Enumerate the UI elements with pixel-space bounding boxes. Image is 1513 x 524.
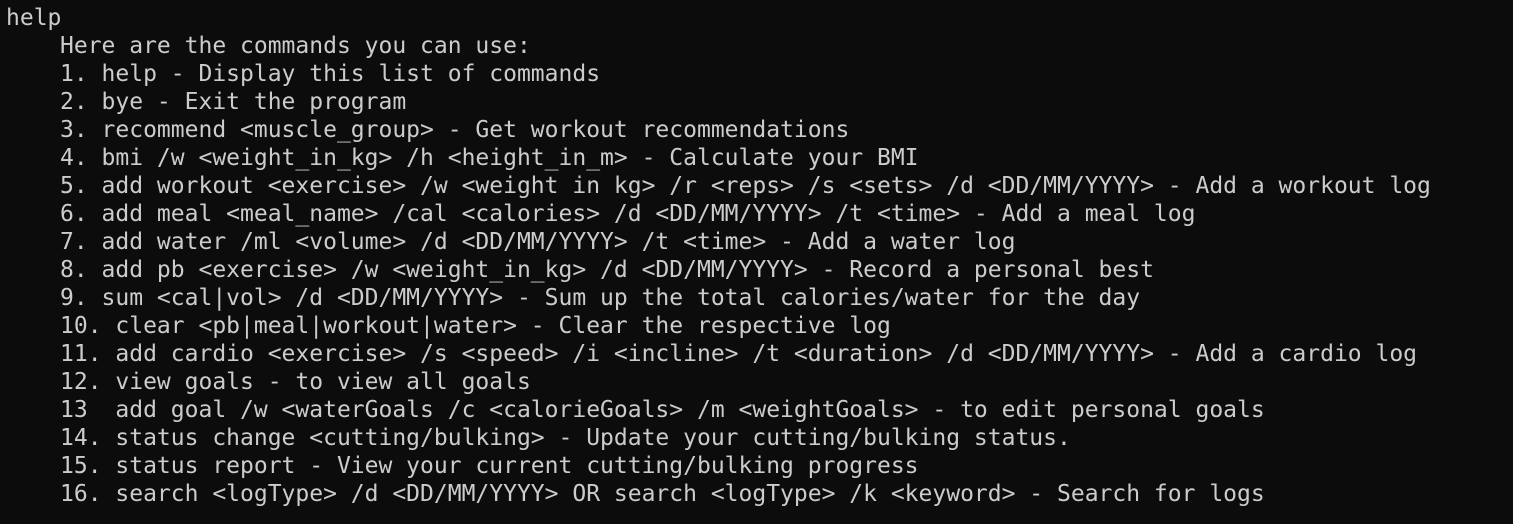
- command-line: 13 add goal /w <waterGoals /c <calorieGo…: [60, 397, 1265, 423]
- command-line: 14. status change <cutting/bulking> - Up…: [60, 425, 1071, 451]
- help-intro: Here are the commands you can use:: [60, 33, 531, 59]
- command-line: 5. add workout <exercise> /w <weight in …: [60, 173, 1431, 199]
- command-line: 10. clear <pb|meal|workout|water> - Clea…: [60, 313, 891, 339]
- command-line: 15. status report - View your current cu…: [60, 453, 919, 479]
- command-line: 11. add cardio <exercise> /s <speed> /i …: [60, 341, 1418, 367]
- terminal-window[interactable]: help Here are the commands you can use: …: [0, 0, 1513, 524]
- command-line: 12. view goals - to view all goals: [60, 369, 531, 395]
- command-line: 16. search <logType> /d <DD/MM/YYYY> OR …: [60, 481, 1265, 507]
- command-line: 6. add meal <meal_name> /cal <calories> …: [60, 201, 1196, 227]
- command-line: 7. add water /ml <volume> /d <DD/MM/YYYY…: [60, 229, 1016, 255]
- command-line: 3. recommend <muscle_group> - Get workou…: [60, 117, 850, 143]
- prompt-command: help: [6, 5, 62, 31]
- command-line: 1. help - Display this list of commands: [60, 61, 601, 87]
- command-line: 4. bmi /w <weight_in_kg> /h <height_in_m…: [60, 145, 919, 171]
- command-line: 8. add pb <exercise> /w <weight_in_kg> /…: [60, 257, 1154, 283]
- command-line: 2. bye - Exit the program: [60, 89, 407, 115]
- command-line: 9. sum <cal|vol> /d <DD/MM/YYYY> - Sum u…: [60, 285, 1141, 311]
